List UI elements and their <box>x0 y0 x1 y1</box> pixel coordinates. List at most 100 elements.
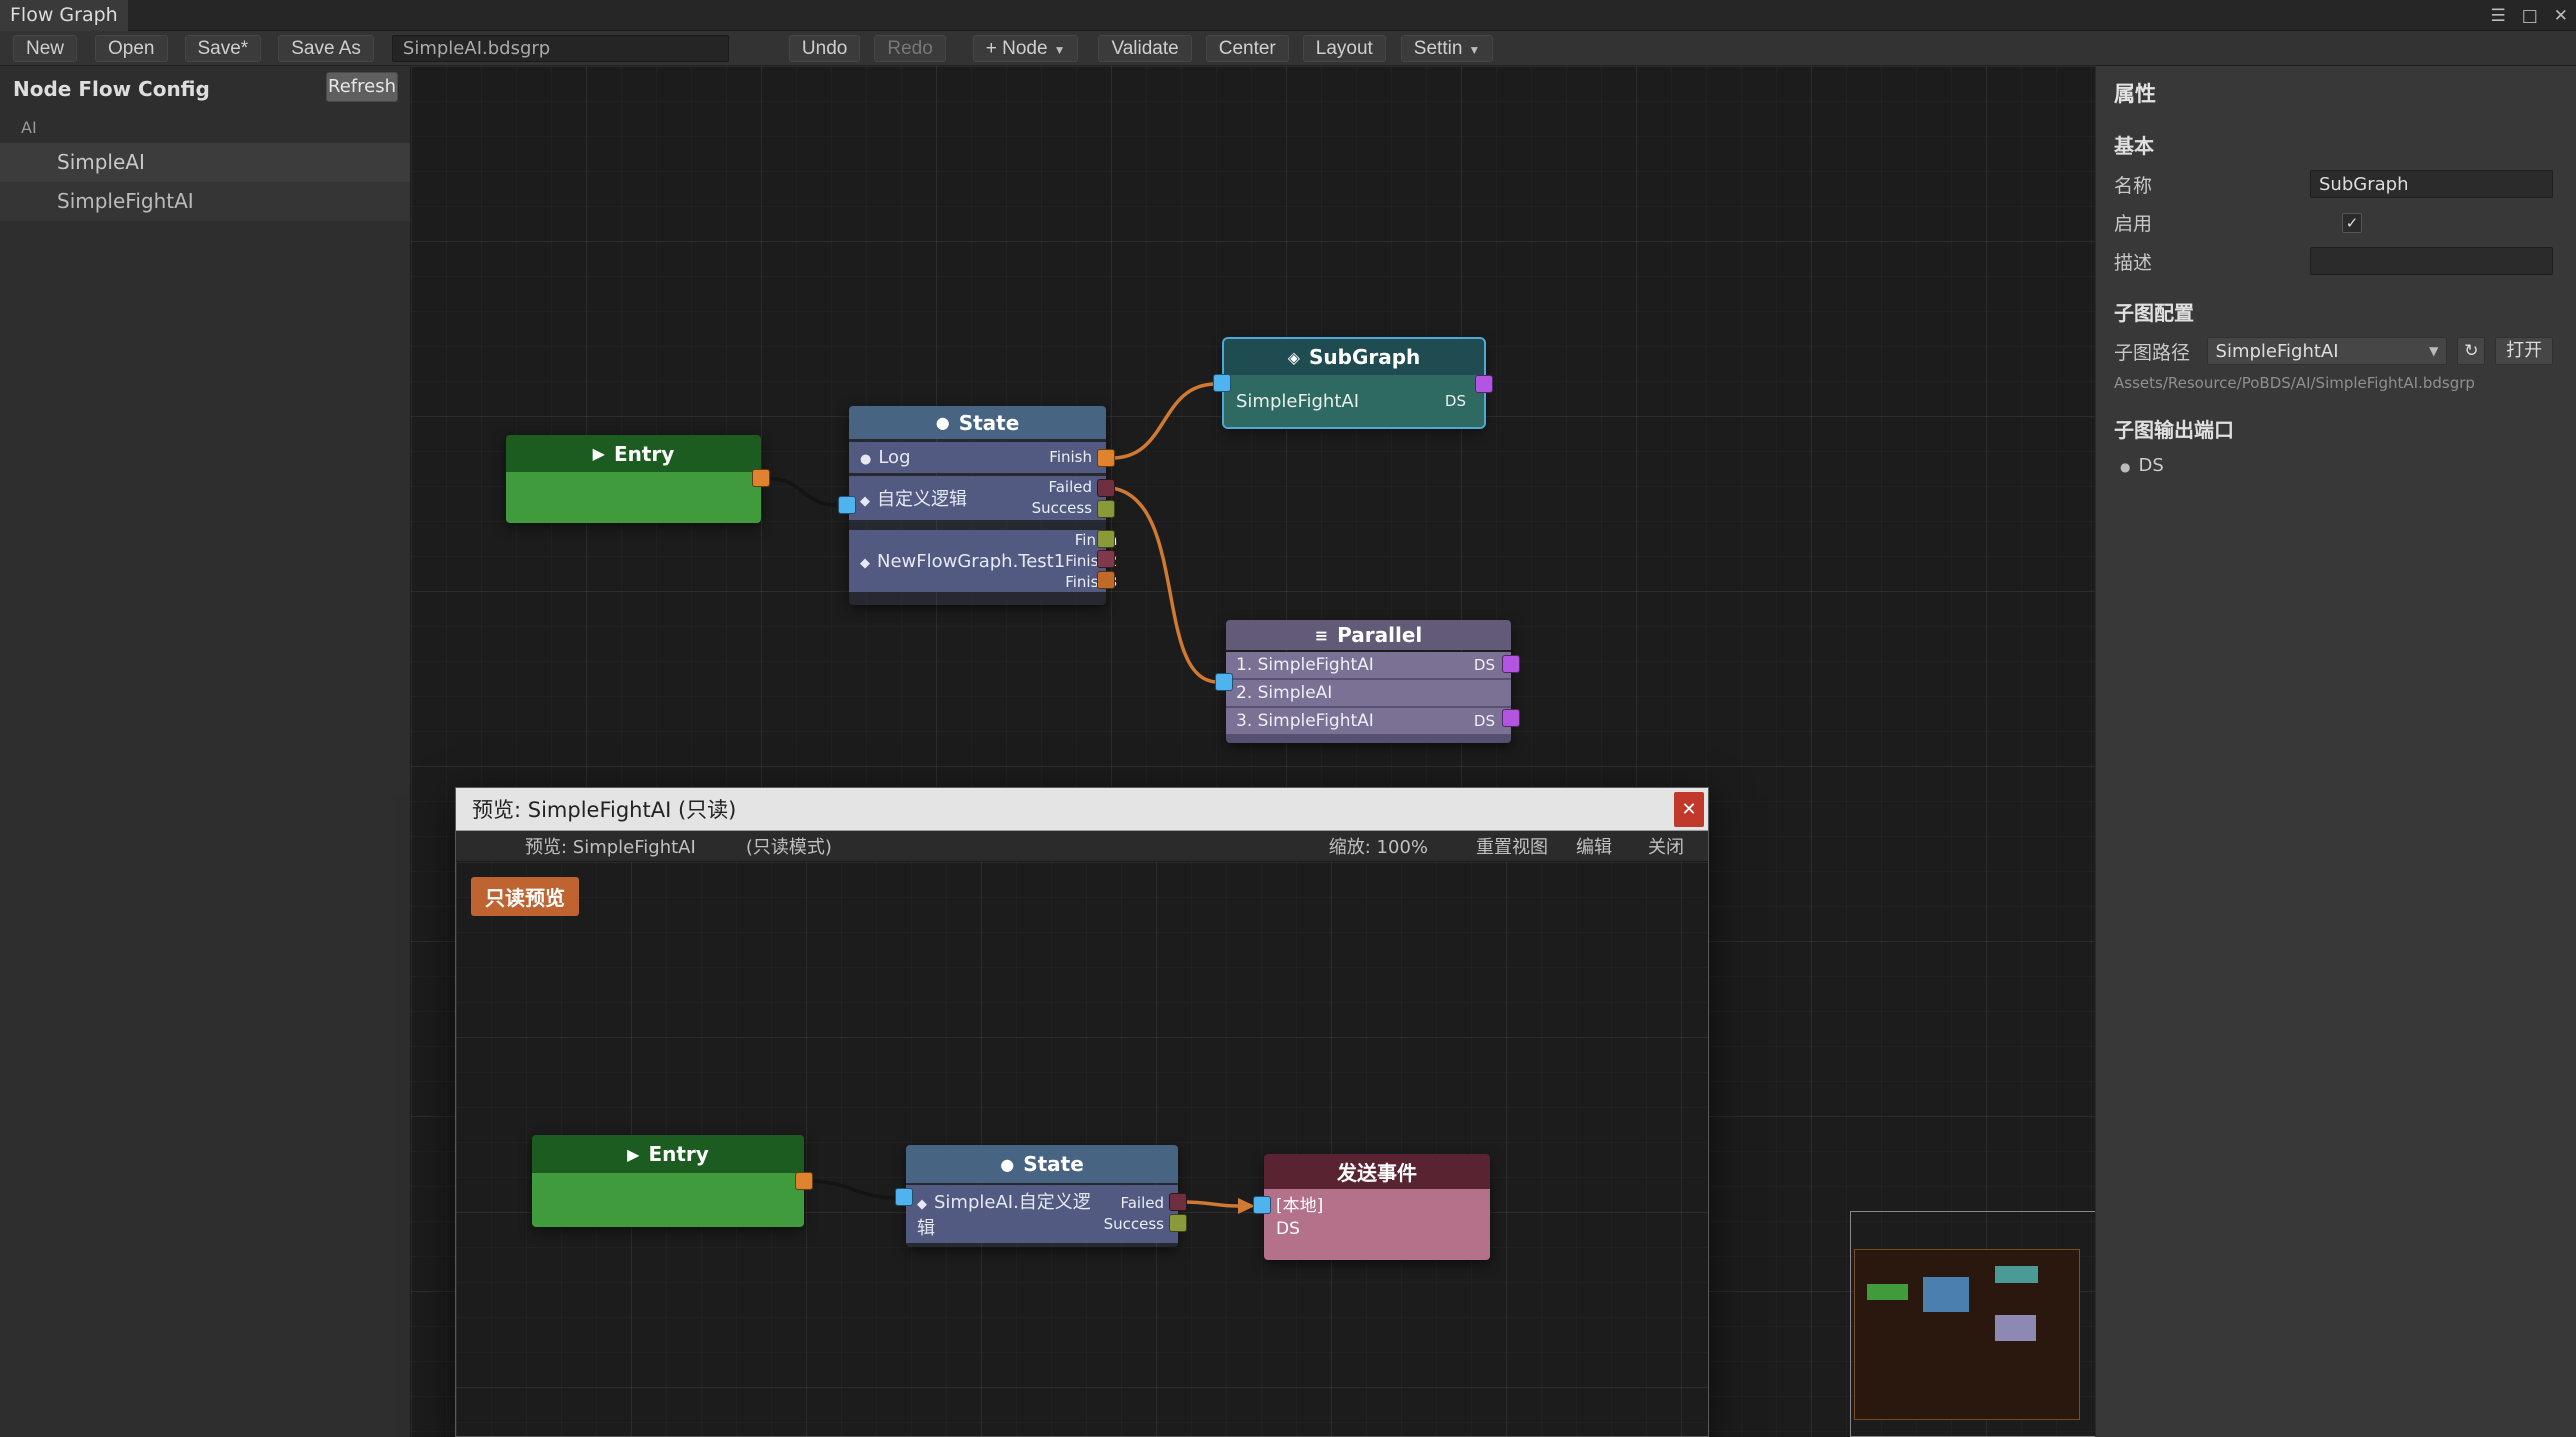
subgraph-path-label: 子图路径 <box>2114 338 2207 365</box>
window-maximize-icon[interactable]: □ <box>2522 6 2538 26</box>
node-title: Parallel <box>1337 623 1422 647</box>
parallel-row-1[interactable]: 1. SimpleFightAI DS <box>1226 652 1511 678</box>
state-success-port[interactable] <box>1169 1214 1187 1232</box>
parallel-row-2[interactable]: 2. SimpleAI <box>1226 680 1511 706</box>
section-subgraph-config: 子图配置 <box>2114 297 2553 326</box>
state-row-log[interactable]: ●Log Finish <box>849 442 1106 473</box>
event-input-port[interactable] <box>1253 1196 1271 1214</box>
sidebar-item-simpleai[interactable]: SimpleAI <box>0 143 410 182</box>
event-row-ds: DS <box>1264 1218 1490 1241</box>
port-label: Success <box>1032 498 1092 519</box>
refresh-path-button[interactable]: ↻ <box>2457 337 2485 365</box>
parallel-input-port[interactable] <box>1215 673 1233 691</box>
node-state[interactable]: ● State ●Log Finish ◆自定义逻辑 Failed Success… <box>849 406 1106 605</box>
state-row-custom-logic[interactable]: ◆自定义逻辑 Failed Success <box>849 476 1106 520</box>
state-success-port[interactable] <box>1097 500 1115 518</box>
state-finish2-port[interactable] <box>1097 550 1115 568</box>
parallel-ds-port-1[interactable] <box>1502 655 1520 673</box>
preview-toolbar-title: 预览: SimpleFightAI <box>525 833 696 859</box>
reset-view-button[interactable]: 重置视图 <box>1476 833 1548 859</box>
window-close-icon[interactable]: ✕ <box>2554 6 2568 26</box>
diamond-icon: ◆ <box>860 494 870 509</box>
flow-graph-window: Flow Graph ☰ □ ✕ New Open Save* Save As … <box>0 0 2576 1437</box>
preview-canvas[interactable]: 只读预览 ▶Entry ●State ◆SimpleAI.自定义逻辑 Faile… <box>456 862 1708 1436</box>
state-failed-port[interactable] <box>1169 1193 1187 1211</box>
save-button[interactable]: Save* <box>185 35 262 62</box>
port-label: DS <box>1474 656 1495 674</box>
output-port-ds: ●DS <box>2114 455 2553 476</box>
node-title: 发送事件 <box>1337 1157 1417 1186</box>
preview-window: 预览: SimpleFightAI (只读) ✕ 预览: SimpleFight… <box>455 787 1709 1437</box>
save-as-button[interactable]: Save As <box>278 35 374 62</box>
subgraph-icon: ◈ <box>1288 348 1300 367</box>
window-title: Flow Graph <box>0 0 128 31</box>
inspector-panel: 属性 基本 名称 启用 ✓ 描述 子图配置 子图路径 SimpleFightAI… <box>2095 66 2576 1437</box>
entry-icon: ▶ <box>627 1145 639 1164</box>
preview-titlebar[interactable]: 预览: SimpleFightAI (只读) ✕ <box>456 788 1708 831</box>
state-input-port[interactable] <box>838 496 856 514</box>
filename-input[interactable] <box>392 35 729 62</box>
entry-icon: ▶ <box>593 444 605 463</box>
preview-node-send-event[interactable]: 发送事件 [本地] DS <box>1264 1154 1490 1260</box>
name-field[interactable] <box>2310 170 2553 198</box>
port-label: Success <box>1104 1214 1164 1235</box>
undo-button[interactable]: Undo <box>789 35 860 62</box>
state-finish3-port[interactable] <box>1097 571 1115 589</box>
new-button[interactable]: New <box>13 35 77 62</box>
preview-close-button[interactable]: ✕ <box>1674 792 1704 827</box>
description-label: 描述 <box>2114 248 2310 275</box>
entry-output-port[interactable] <box>795 1172 813 1190</box>
state-row-newflowgraph[interactable]: ◆NewFlowGraph.Test1 Finish Finish2 Finis… <box>849 530 1106 592</box>
node-subgraph[interactable]: ◈SubGraph SimpleFightAI DS <box>1224 339 1484 427</box>
sidebar-item-simplefightai[interactable]: SimpleFightAI <box>0 182 410 221</box>
preview-state-row[interactable]: ◆SimpleAI.自定义逻辑 Failed Success <box>906 1185 1178 1243</box>
node-title: State <box>959 411 1020 435</box>
preview-zoom-label: 缩放: 100% <box>1329 833 1428 859</box>
node-entry[interactable]: ▶Entry <box>506 435 761 523</box>
enabled-checkbox[interactable]: ✓ <box>2342 213 2362 233</box>
state-finish-port[interactable] <box>1097 449 1115 467</box>
open-subgraph-button[interactable]: 打开 <box>2495 337 2553 365</box>
parallel-ds-port-3[interactable] <box>1502 709 1520 727</box>
state-failed-port[interactable] <box>1097 479 1115 497</box>
window-menu-icon[interactable]: ☰ <box>2490 6 2505 26</box>
redo-button[interactable]: Redo <box>874 35 945 62</box>
state-finish1-port[interactable] <box>1097 530 1115 548</box>
parallel-row-3[interactable]: 3. SimpleFightAI DS <box>1226 708 1511 734</box>
wire-failed-event <box>1181 1202 1238 1206</box>
log-icon: ● <box>860 452 871 467</box>
node-parallel[interactable]: ≡Parallel 1. SimpleFightAI DS 2. SimpleA… <box>1226 620 1511 743</box>
preview-node-entry[interactable]: ▶Entry <box>532 1135 804 1227</box>
dropdown-arrow-icon: ▼ <box>2429 344 2438 358</box>
subgraph-path-dropdown[interactable]: SimpleFightAI ▼ <box>2207 337 2448 365</box>
settings-button[interactable]: Settin▼ <box>1401 35 1493 62</box>
refresh-button[interactable]: Refresh <box>326 72 398 102</box>
add-node-button[interactable]: + Node▼ <box>973 35 1079 62</box>
edit-button[interactable]: 编辑 <box>1576 833 1612 859</box>
preview-mode-label: (只读模式) <box>746 833 832 859</box>
node-flow-config-panel: Node Flow Config Refresh AI SimpleAI Sim… <box>0 66 411 1437</box>
center-button[interactable]: Center <box>1206 35 1289 62</box>
preview-node-state[interactable]: ●State ◆SimpleAI.自定义逻辑 Failed Success <box>906 1145 1178 1247</box>
name-label: 名称 <box>2114 171 2310 198</box>
event-row-local: [本地] <box>1264 1195 1490 1218</box>
close-preview-button[interactable]: 关闭 <box>1648 833 1684 859</box>
window-titlebar[interactable]: Flow Graph ☰ □ ✕ <box>0 0 2576 31</box>
section-output-ports: 子图输出端口 <box>2114 414 2553 443</box>
entry-output-port[interactable] <box>752 469 770 487</box>
minimap[interactable] <box>1854 1249 2080 1420</box>
state-input-port[interactable] <box>895 1188 913 1206</box>
description-field[interactable] <box>2310 247 2553 275</box>
wire-entry-state <box>766 478 836 505</box>
refresh-icon: ↻ <box>2464 341 2478 361</box>
subgraph-row-label: SimpleFightAI <box>1236 391 1359 412</box>
validate-button[interactable]: Validate <box>1098 35 1191 62</box>
wire-failed-parallel <box>1112 488 1218 682</box>
asset-path: Assets/Resource/PoBDS/AI/SimpleFightAI.b… <box>2114 374 2553 392</box>
subgraph-input-port[interactable] <box>1213 374 1231 392</box>
open-button[interactable]: Open <box>95 35 167 62</box>
layout-button[interactable]: Layout <box>1303 35 1386 62</box>
enabled-label: 启用 <box>2114 209 2342 236</box>
node-title: SubGraph <box>1309 345 1420 369</box>
subgraph-ds-port[interactable] <box>1475 375 1493 393</box>
